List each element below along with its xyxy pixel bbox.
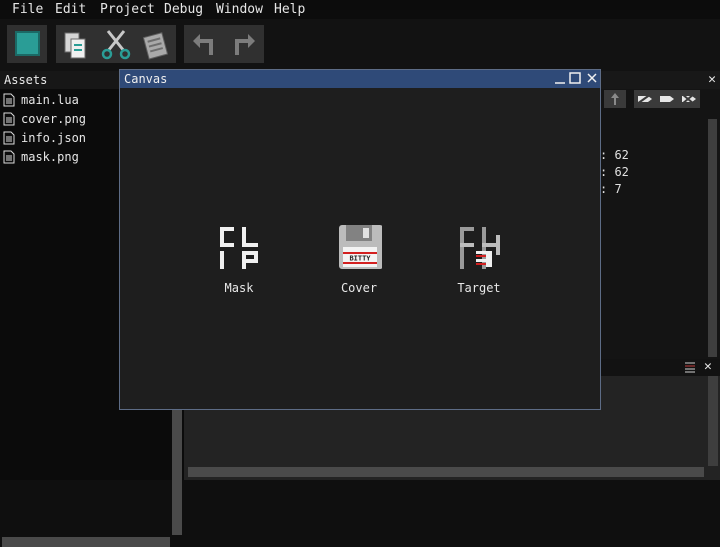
color-swatch-icon: [15, 31, 40, 56]
property-line: : 62: [600, 148, 629, 162]
console-vertical-scrollbar[interactable]: [708, 376, 718, 466]
console-horizontal-scrollbar[interactable]: [188, 467, 704, 477]
cut-button[interactable]: [97, 25, 135, 63]
properties-header: ✕: [598, 71, 720, 89]
upload-button[interactable]: [604, 90, 626, 108]
color-swatch-button[interactable]: [8, 25, 46, 63]
toolbar-group-color: [7, 25, 47, 63]
close-icon[interactable]: ✕: [708, 72, 716, 87]
file-icon: [3, 93, 15, 107]
minimize-icon[interactable]: [553, 71, 567, 85]
menu-window[interactable]: Window: [216, 2, 263, 18]
canvas-window-titlebar[interactable]: Canvas: [120, 70, 600, 88]
assets-title: Assets: [4, 73, 48, 87]
floppy-icon: BITTY: [339, 225, 382, 269]
properties-panel: ✕ : 62 : 62 : 7: [598, 71, 720, 359]
arrow-up-icon: [611, 93, 619, 105]
undo-button[interactable]: [185, 25, 223, 63]
tag-tools-icon[interactable]: [634, 90, 700, 108]
toolbar: [0, 19, 720, 71]
maximize-icon[interactable]: [568, 71, 582, 85]
target-icon: [460, 227, 500, 269]
menu-debug[interactable]: Debug: [164, 2, 203, 18]
file-icon: [3, 150, 15, 164]
paste-button[interactable]: [137, 25, 175, 63]
paste-icon: [142, 32, 169, 60]
badge-text: BITTY: [349, 255, 371, 263]
clip-icon: [220, 227, 258, 269]
canvas-window: Canvas Mask BITTY Cover Target: [119, 69, 601, 410]
properties-scrollbar[interactable]: [708, 119, 717, 357]
asset-name: mask.png: [21, 150, 79, 164]
properties-tool-group: [634, 90, 700, 108]
asset-name: info.json: [21, 131, 87, 145]
copy-icon: [64, 32, 86, 59]
toolbar-group-history: [184, 25, 264, 63]
menu-lines-icon[interactable]: [684, 361, 696, 373]
menu-file[interactable]: File: [12, 2, 43, 18]
menu-project[interactable]: Project: [100, 2, 155, 18]
canvas-item-target[interactable]: Target: [439, 225, 519, 297]
property-line: : 62: [600, 165, 629, 179]
file-icon: [3, 112, 15, 126]
asset-name: cover.png: [21, 112, 87, 126]
asset-name: main.lua: [21, 93, 79, 107]
file-icon: [3, 131, 15, 145]
menu-bar: File Edit Project Debug Window Help: [0, 0, 720, 19]
item-label: Cover: [340, 281, 378, 295]
menu-help[interactable]: Help: [274, 2, 305, 18]
property-line: : 7: [600, 182, 622, 196]
item-label: Mask: [224, 281, 254, 295]
scissors-icon: [101, 30, 131, 60]
redo-icon: [235, 34, 255, 55]
toolbar-group-edit: [56, 25, 176, 63]
item-label: Target: [457, 281, 501, 295]
assets-horizontal-scrollbar[interactable]: [2, 537, 170, 547]
redo-button[interactable]: [225, 25, 263, 63]
close-icon[interactable]: [585, 71, 599, 85]
canvas-item-mask[interactable]: Mask: [199, 225, 279, 297]
canvas-item-cover[interactable]: BITTY Cover: [319, 225, 399, 297]
undo-icon: [193, 34, 213, 55]
menu-edit[interactable]: Edit: [55, 2, 86, 18]
console-header: ✕: [598, 359, 720, 376]
close-icon[interactable]: ✕: [704, 359, 712, 374]
assets-vertical-scrollbar[interactable]: [172, 405, 182, 535]
window-title: Canvas: [124, 72, 168, 86]
copy-button[interactable]: [57, 25, 95, 63]
